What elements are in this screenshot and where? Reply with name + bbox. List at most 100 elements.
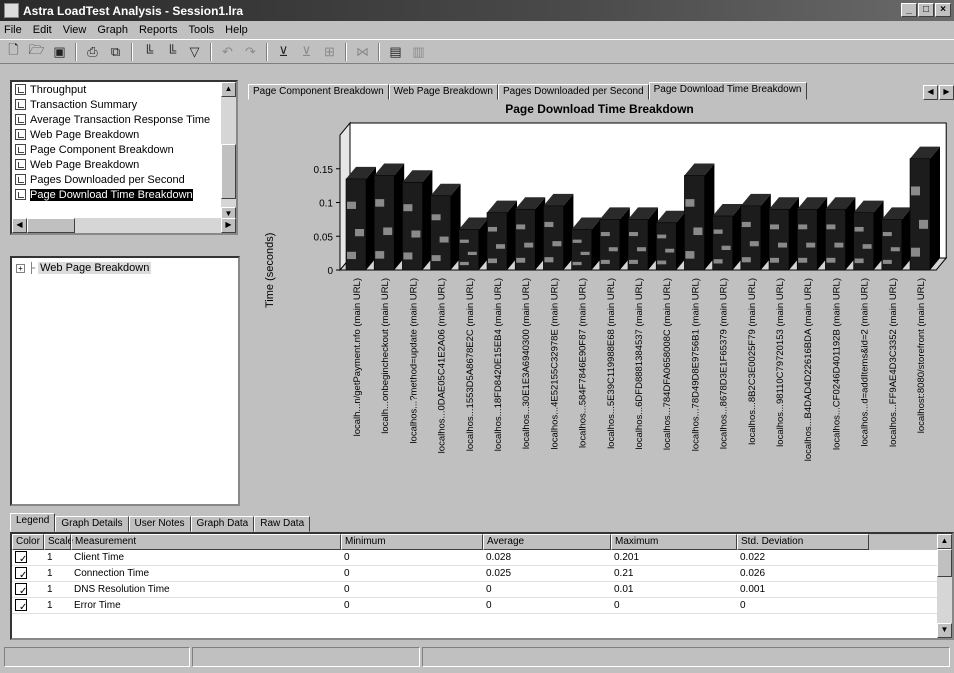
graph-list-item[interactable]: Average Transaction Response Time xyxy=(12,112,236,127)
table-row[interactable]: ✓ 1 Client Time 0 0.028 0.201 0.022 xyxy=(12,550,952,566)
save-icon[interactable]: ▣ xyxy=(49,42,70,62)
filter-graph-icon[interactable]: ⊻ xyxy=(273,42,294,62)
table-row[interactable]: ✓ 1 Connection Time 0 0.025 0.21 0.026 xyxy=(12,566,952,582)
scroll-up-icon[interactable]: ▲ xyxy=(221,82,236,97)
bar-segment xyxy=(721,245,731,251)
tab-scroll-right-icon[interactable]: ▶ xyxy=(939,85,954,100)
bar-segment xyxy=(713,259,723,264)
expand-icon[interactable]: + xyxy=(16,263,25,273)
tab-page-download-time-breakdown[interactable]: Page Download Time Breakdown xyxy=(648,82,807,100)
bar-segment xyxy=(572,239,582,243)
toolbar-separator xyxy=(345,42,347,61)
tab-web-page-breakdown[interactable]: Web Page Breakdown xyxy=(388,84,498,100)
cross-result-icon[interactable]: ⋈ xyxy=(352,42,373,62)
clear-filter-icon[interactable]: ⊻ xyxy=(296,42,317,62)
window-controls: _ □ × xyxy=(901,3,951,17)
graph-list-hscrollbar[interactable]: ◀ ▶ xyxy=(12,218,236,233)
minimize-icon[interactable]: _ xyxy=(901,3,917,17)
menu-file[interactable]: File xyxy=(4,24,22,36)
graph-icon xyxy=(15,129,26,140)
close-icon[interactable]: × xyxy=(935,3,951,17)
tab-pages-downloaded-per-second[interactable]: Pages Downloaded per Second xyxy=(497,84,649,100)
graph-list-item[interactable]: Web Page Breakdown xyxy=(12,157,236,172)
graph-list-vscrollbar[interactable]: ▲ ▼ xyxy=(221,82,236,222)
menu-graph[interactable]: Graph xyxy=(97,24,128,36)
graph-list-item[interactable]: Web Page Breakdown xyxy=(12,127,236,142)
scroll-down-icon[interactable]: ▼ xyxy=(937,623,952,638)
legend-vscrollbar[interactable]: ▲ ▼ xyxy=(937,534,952,638)
column-header-color[interactable]: Color xyxy=(12,534,44,550)
tab-scroll-left-icon[interactable]: ◀ xyxy=(923,85,938,100)
html-report-icon[interactable]: ▥ xyxy=(408,42,429,62)
graph-list: Throughput Transaction Summary Average T… xyxy=(10,80,238,235)
checkbox[interactable]: ✓ xyxy=(15,583,27,597)
bar-segment xyxy=(657,260,667,265)
maximize-icon[interactable]: □ xyxy=(918,3,934,17)
bar-side xyxy=(930,146,940,270)
tab-page-component-breakdown[interactable]: Page Component Breakdown xyxy=(248,84,389,100)
menu-help[interactable]: Help xyxy=(225,24,248,36)
checkbox[interactable]: ✓ xyxy=(15,567,27,581)
new-icon[interactable]: 🗋 xyxy=(3,42,24,62)
add-graph-icon[interactable]: ╚ xyxy=(138,42,159,62)
menu-reports[interactable]: Reports xyxy=(139,24,178,36)
menu-view[interactable]: View xyxy=(63,24,87,36)
merge-graph-icon[interactable]: ╚ xyxy=(161,42,182,62)
checkbox[interactable]: ✓ xyxy=(15,551,27,565)
bar-segment xyxy=(713,229,723,234)
column-header-maximum[interactable]: Maximum xyxy=(611,534,737,550)
x-tick-label: localhos...0DAE05C41E2A06 (main URL) xyxy=(437,278,448,453)
table-row[interactable]: ✓ 1 DNS Resolution Time 0 0 0.01 0.001 xyxy=(12,582,952,598)
tab-user-notes[interactable]: User Notes xyxy=(128,516,191,532)
chart-tabs: Page Component Breakdown Web Page Breakd… xyxy=(248,82,954,100)
bar-segment xyxy=(411,230,421,238)
graph-list-item[interactable]: Throughput xyxy=(12,82,236,97)
tab-legend[interactable]: Legend xyxy=(10,513,56,532)
bar-segment xyxy=(524,242,534,248)
graph-list-item[interactable]: Page Component Breakdown xyxy=(12,142,236,157)
x-tick-label: localh...onbegincheckout (main URL) xyxy=(380,278,391,434)
column-header-scale[interactable]: Scale xyxy=(44,534,73,550)
scroll-thumb[interactable] xyxy=(27,218,75,233)
column-header-average[interactable]: Average xyxy=(483,534,611,550)
granularity-icon[interactable]: ⊞ xyxy=(319,42,340,62)
scroll-right-icon[interactable]: ▶ xyxy=(221,218,236,233)
bar-segment xyxy=(516,224,526,230)
checkbox[interactable]: ✓ xyxy=(15,599,27,613)
column-header-std-deviation[interactable]: Std. Deviation xyxy=(737,534,869,550)
bar-segment xyxy=(459,261,469,266)
undo-icon[interactable]: ↶ xyxy=(217,42,238,62)
menu-bar: File Edit View Graph Reports Tools Help xyxy=(0,21,954,39)
tab-graph-data[interactable]: Graph Data xyxy=(190,516,255,532)
x-tick-label: localhos...98110C79720153 (main URL) xyxy=(775,278,786,447)
x-tick-label: localhos...?method=update (main URL) xyxy=(408,278,419,444)
measurement-cell: Connection Time xyxy=(74,568,150,579)
std-deviation-cell: 0.022 xyxy=(740,552,766,563)
tab-raw-data[interactable]: Raw Data xyxy=(254,516,311,532)
bar-segment xyxy=(770,224,779,230)
table-row[interactable]: ✓ 1 Error Time 0 0 0 0 xyxy=(12,598,952,614)
tab-graph-details[interactable]: Graph Details xyxy=(55,516,129,532)
scroll-thumb[interactable] xyxy=(937,549,952,577)
tree-node[interactable]: + ├ Web Page Breakdown xyxy=(16,262,234,274)
print-icon[interactable]: ⎙ xyxy=(82,42,103,62)
open-icon[interactable]: 🗁 xyxy=(26,42,47,62)
column-header-measurement[interactable]: Measurement xyxy=(71,534,341,550)
menu-tools[interactable]: Tools xyxy=(188,24,214,36)
graph-list-item-selected[interactable]: Page Download Time Breakdown xyxy=(12,187,236,202)
scroll-thumb[interactable] xyxy=(221,144,236,199)
scroll-up-icon[interactable]: ▲ xyxy=(937,534,952,549)
bar-segment xyxy=(826,224,836,230)
graph-icon xyxy=(15,99,26,110)
bar-segment xyxy=(890,247,900,252)
report-icon[interactable]: ▤ xyxy=(385,42,406,62)
column-header-minimum[interactable]: Minimum xyxy=(341,534,483,550)
bar-segment xyxy=(882,232,892,237)
graph-list-item[interactable]: Transaction Summary xyxy=(12,97,236,112)
graph-list-item[interactable]: Pages Downloaded per Second xyxy=(12,172,236,187)
print-preview-icon[interactable]: ⧉ xyxy=(105,42,126,62)
menu-edit[interactable]: Edit xyxy=(33,24,52,36)
filter-icon[interactable]: ▽ xyxy=(184,42,205,62)
scroll-left-icon[interactable]: ◀ xyxy=(12,218,27,233)
redo-icon[interactable]: ↷ xyxy=(240,42,261,62)
